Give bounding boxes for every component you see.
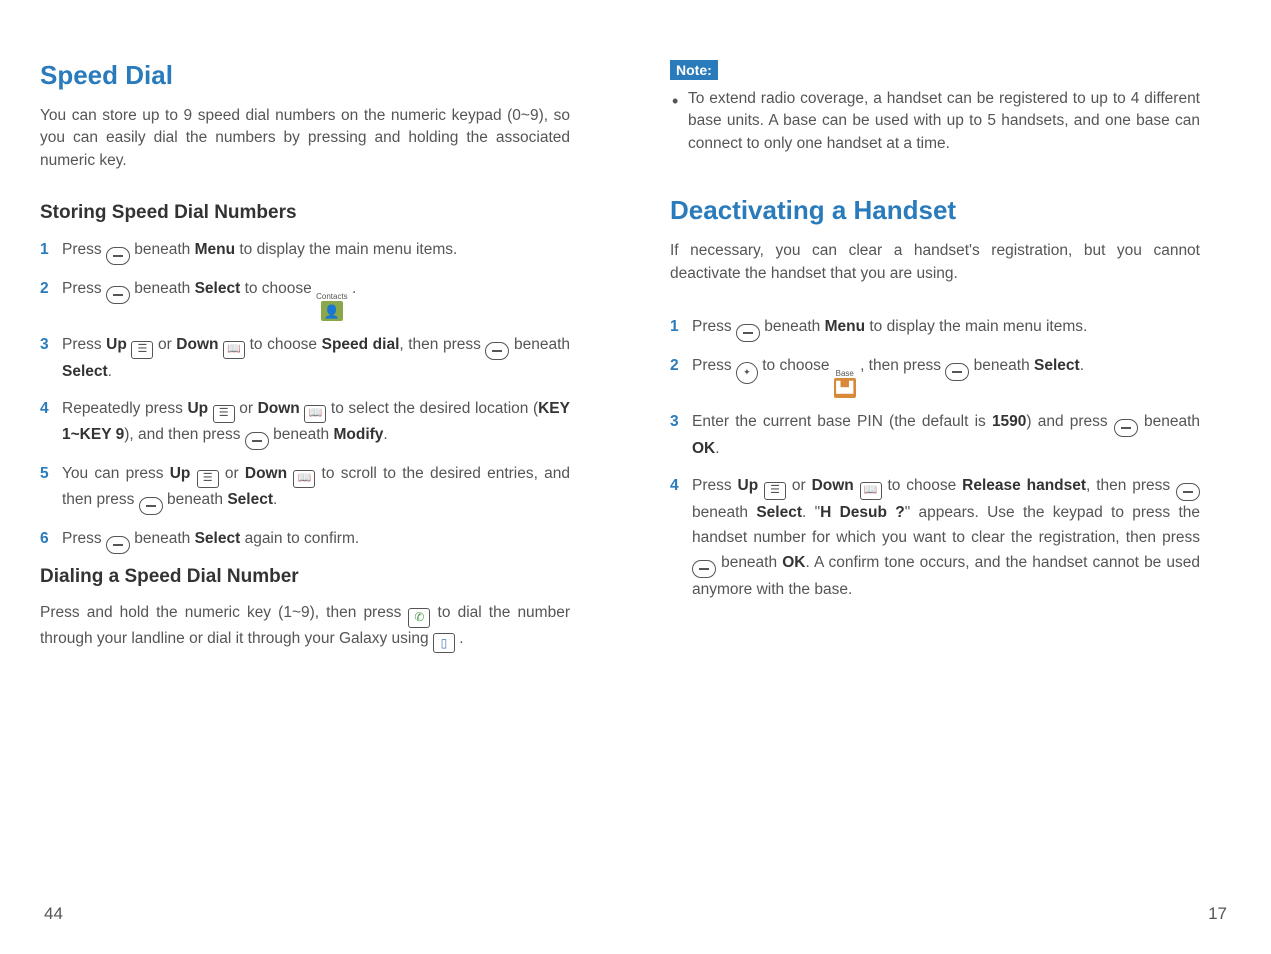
step-text: Press Up ☰ or Down 📖 to choose Speed dia… (62, 333, 570, 385)
note-item: To extend radio coverage, a handset can … (688, 88, 1200, 155)
page-number-left: 44 (44, 904, 63, 924)
step-2: 2 Press beneath Select to choose Contact… (40, 277, 570, 321)
softkey-icon (1176, 483, 1200, 501)
softkey-icon (245, 432, 269, 450)
step-number: 6 (40, 527, 52, 554)
page-spread: Speed Dial You can store up to 9 speed d… (0, 0, 1271, 653)
step-number: 4 (40, 397, 52, 450)
storing-steps: 1 Press beneath Menu to display the main… (40, 238, 570, 553)
up-key-icon: ☰ (197, 470, 219, 488)
up-key-icon: ☰ (764, 482, 786, 500)
heading-deactivate: Deactivating a Handset (670, 195, 1200, 226)
step-text: Press ✦ to choose Base▙▟ , then press be… (692, 354, 1200, 398)
step-5: 5 You can press Up ☰ or Down 📖 to scroll… (40, 462, 570, 515)
step-text: Press Up ☰ or Down 📖 to choose Release h… (692, 474, 1200, 602)
step-6: 6 Press beneath Select again to confirm. (40, 527, 570, 554)
softkey-icon (106, 286, 130, 304)
step-text: Press beneath Menu to display the main m… (692, 315, 1200, 342)
step-number: 1 (40, 238, 52, 265)
up-key-icon: ☰ (213, 405, 235, 423)
note-list: To extend radio coverage, a handset can … (670, 88, 1200, 155)
softkey-icon (692, 560, 716, 578)
step-text: Press beneath Menu to display the main m… (62, 238, 570, 265)
subheading-storing: Storing Speed Dial Numbers (40, 202, 570, 224)
step-4: 4 Repeatedly press Up ☰ or Down 📖 to sel… (40, 397, 570, 450)
step-text: Press beneath Select to choose Contacts👤… (62, 277, 570, 321)
softkey-icon (106, 247, 130, 265)
deactivate-intro: If necessary, you can clear a handset's … (670, 240, 1200, 285)
down-key-icon: 📖 (860, 482, 882, 500)
step-number: 2 (670, 354, 682, 398)
down-key-icon: 📖 (304, 405, 326, 423)
nav-key-icon: ✦ (736, 362, 758, 384)
step-number: 5 (40, 462, 52, 515)
step-text: Press beneath Select again to confirm. (62, 527, 570, 554)
dstep-1: 1 Press beneath Menu to display the main… (670, 315, 1200, 342)
softkey-icon (736, 324, 760, 342)
step-3: 3 Press Up ☰ or Down 📖 to choose Speed d… (40, 333, 570, 385)
left-column: Speed Dial You can store up to 9 speed d… (40, 60, 570, 653)
softkey-icon (106, 536, 130, 554)
galaxy-key-icon: ▯ (433, 633, 455, 653)
step-text: You can press Up ☰ or Down 📖 to scroll t… (62, 462, 570, 515)
softkey-icon (1114, 419, 1138, 437)
step-text: Enter the current base PIN (the default … (692, 410, 1200, 462)
subheading-dialing: Dialing a Speed Dial Number (40, 566, 570, 588)
heading-speed-dial: Speed Dial (40, 60, 570, 91)
step-number: 3 (670, 410, 682, 462)
softkey-icon (139, 497, 163, 515)
dstep-4: 4 Press Up ☰ or Down 📖 to choose Release… (670, 474, 1200, 602)
up-key-icon: ☰ (131, 341, 153, 359)
dialing-text: Press and hold the numeric key (1~9), th… (40, 602, 570, 653)
step-number: 3 (40, 333, 52, 385)
base-icon: Base▙▟ (834, 370, 856, 398)
step-number: 4 (670, 474, 682, 602)
speed-dial-intro: You can store up to 9 speed dial numbers… (40, 105, 570, 172)
softkey-icon (945, 363, 969, 381)
dstep-3: 3 Enter the current base PIN (the defaul… (670, 410, 1200, 462)
contacts-icon: Contacts👤 (316, 293, 348, 321)
note-badge: Note: (670, 60, 718, 80)
down-key-icon: 📖 (223, 341, 245, 359)
down-key-icon: 📖 (293, 470, 315, 488)
right-column: Note: To extend radio coverage, a handse… (670, 60, 1200, 653)
step-number: 1 (670, 315, 682, 342)
step-text: Repeatedly press Up ☰ or Down 📖 to selec… (62, 397, 570, 450)
call-key-icon: ✆ (408, 608, 430, 628)
step-number: 2 (40, 277, 52, 321)
deactivate-steps: 1 Press beneath Menu to display the main… (670, 315, 1200, 602)
dstep-2: 2 Press ✦ to choose Base▙▟ , then press … (670, 354, 1200, 398)
softkey-icon (485, 342, 509, 360)
step-1: 1 Press beneath Menu to display the main… (40, 238, 570, 265)
page-number-right: 17 (1208, 904, 1227, 924)
